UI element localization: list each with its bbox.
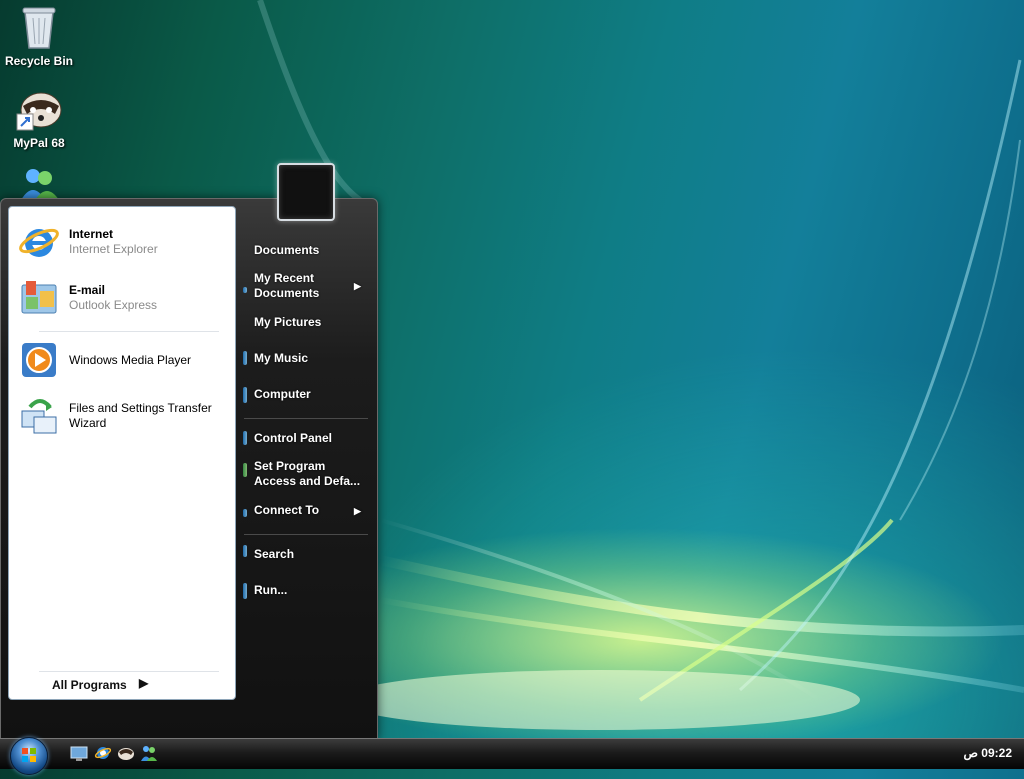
user-avatar[interactable] xyxy=(277,163,335,221)
internet-explorer-icon[interactable] xyxy=(94,744,112,762)
all-programs-label: All Programs xyxy=(52,678,127,692)
show-desktop-icon[interactable] xyxy=(70,744,88,762)
submenu-arrow-icon: ▶ xyxy=(354,506,361,516)
separator xyxy=(244,418,368,419)
right-item-set-program-access[interactable]: Set Program Access and Defa... xyxy=(236,459,372,491)
right-item-label: Computer xyxy=(254,387,311,401)
highlight-nub xyxy=(243,509,247,517)
submenu-arrow-icon: ▶ xyxy=(354,281,361,291)
highlight-nub xyxy=(243,387,247,403)
messenger-icon xyxy=(21,169,59,200)
app-subtitle: Internet Explorer xyxy=(69,242,158,256)
app-title: E-mail xyxy=(69,283,106,297)
pinned-email[interactable]: E-mail Outlook Express xyxy=(17,273,231,323)
right-item-label: Documents xyxy=(254,243,320,257)
desktop-icon-label: MyPal 68 xyxy=(13,136,65,150)
right-item-label: Control Panel xyxy=(254,431,333,445)
right-item-label: My Pictures xyxy=(254,315,322,329)
highlight-nub xyxy=(243,431,247,445)
separator xyxy=(39,331,219,332)
recycle-bin-icon xyxy=(22,7,56,49)
windows-media-player-icon xyxy=(22,343,56,377)
recent-windows-media-player[interactable]: Windows Media Player xyxy=(17,335,231,385)
taskbar-clock[interactable]: 09:22 ص xyxy=(963,746,1012,760)
desktop-icon-mypal[interactable]: MyPal 68 xyxy=(4,88,74,150)
app-title: Files and Settings Transfer Wizard xyxy=(69,401,212,430)
mypal-raccoon-icon xyxy=(16,92,62,131)
desktop-icon-recycle-bin[interactable]: Recycle Bin xyxy=(4,2,74,68)
separator xyxy=(244,534,368,535)
highlight-nub xyxy=(243,351,247,365)
right-item-label: My Recent Documents xyxy=(254,271,320,300)
arrow-right-icon: ▶ xyxy=(139,676,149,690)
internet-explorer-icon xyxy=(19,228,59,257)
app-subtitle: Outlook Express xyxy=(69,298,158,312)
right-item-label: Run... xyxy=(254,583,288,597)
app-title: Internet xyxy=(69,227,114,241)
separator xyxy=(39,671,219,672)
transfer-wizard-icon xyxy=(21,399,57,434)
highlight-nub xyxy=(243,545,247,557)
right-item-label: Connect To xyxy=(254,503,320,517)
app-title: Windows Media Player xyxy=(69,352,192,367)
start-button[interactable] xyxy=(10,737,48,775)
all-programs-button[interactable]: All Programs ▶ xyxy=(9,676,235,697)
outlook-express-icon xyxy=(21,281,57,314)
highlight-nub xyxy=(243,463,247,477)
messenger-icon[interactable] xyxy=(140,744,158,762)
recent-transfer-wizard[interactable]: Files and Settings Transfer Wizard xyxy=(17,391,231,441)
highlight-nub xyxy=(243,287,247,293)
right-item-label: Search xyxy=(254,547,295,561)
right-item-my-recent-documents[interactable]: My Recent Documents ▶ xyxy=(236,271,372,303)
pinned-internet[interactable]: Internet Internet Explorer xyxy=(17,217,231,267)
windows-logo-icon xyxy=(22,748,36,762)
start-menu-programs-pane: Internet Internet Explorer E-mail Outloo… xyxy=(8,206,236,700)
right-item-label: Set Program Access and Defa... xyxy=(254,459,361,488)
mypal-raccoon-icon[interactable] xyxy=(117,744,135,762)
desktop-icon-label: Recycle Bin xyxy=(4,54,74,68)
right-item-label: My Music xyxy=(254,351,309,365)
highlight-nub xyxy=(243,583,247,599)
